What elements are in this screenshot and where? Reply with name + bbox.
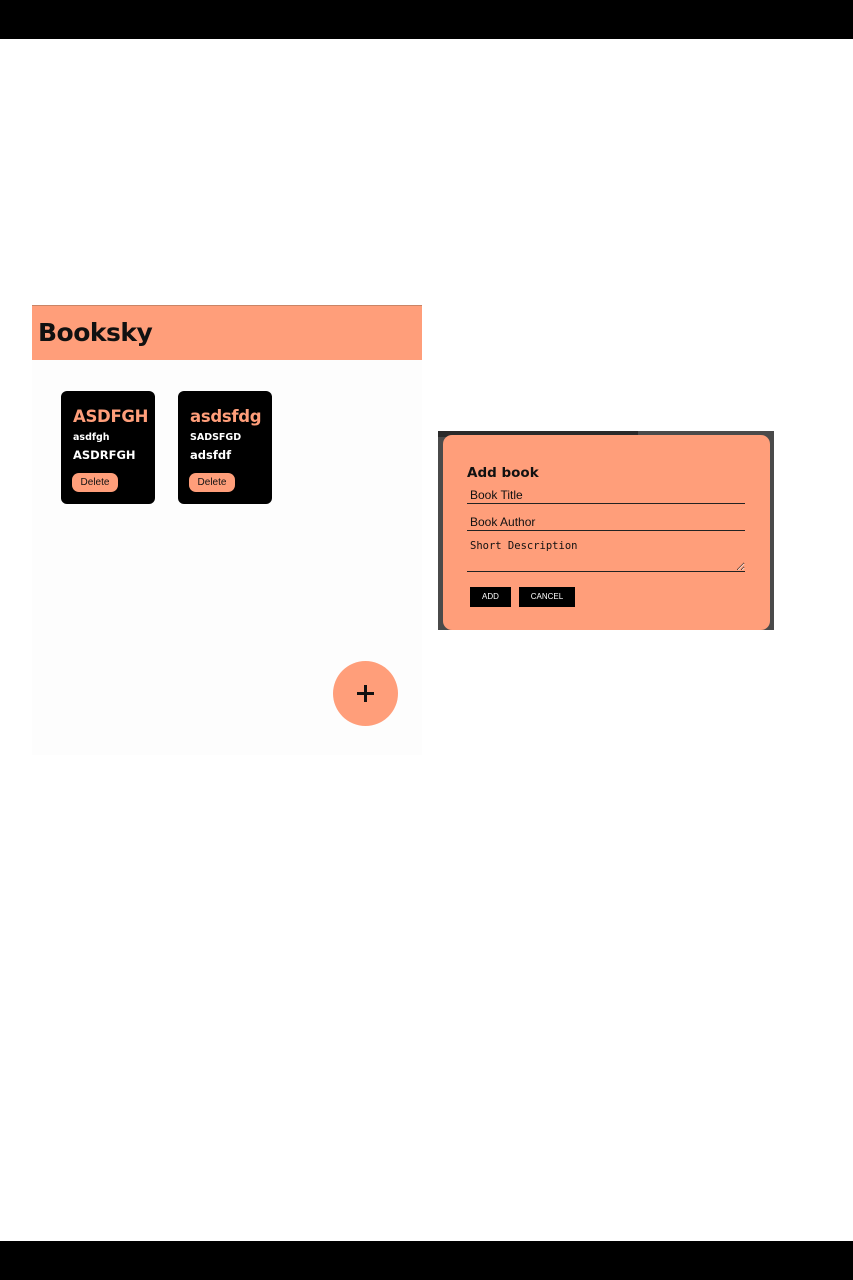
add-book-fab[interactable]: [333, 661, 398, 726]
add-button[interactable]: ADD: [470, 587, 511, 607]
dialog-title: Add book: [467, 465, 539, 481]
add-book-dialog-screenshot: Add book ADD CANCEL: [438, 431, 774, 630]
top-black-bar: [0, 0, 853, 39]
delete-button[interactable]: Delete: [189, 473, 235, 492]
plus-icon: [357, 685, 374, 702]
book-author: asdfgh: [73, 432, 110, 443]
app-title: Booksky: [38, 318, 153, 347]
book-description: ASDRFGH: [73, 448, 136, 462]
booksky-app-screenshot: Booksky ASDFGH asdfgh ASDRFGH Delete asd…: [32, 305, 422, 755]
book-author: SADSFGD: [190, 432, 242, 443]
short-description-textarea[interactable]: [467, 540, 745, 572]
bottom-black-bar: [0, 1241, 853, 1280]
book-description: adsfdf: [190, 448, 232, 462]
book-title-input[interactable]: [467, 486, 745, 504]
book-title: asdsfdg: [190, 407, 262, 426]
book-card: asdsfdg SADSFGD adsfdf Delete: [178, 391, 272, 504]
cancel-button[interactable]: CANCEL: [519, 587, 575, 607]
add-book-dialog: Add book ADD CANCEL: [443, 435, 770, 630]
book-card: ASDFGH asdfgh ASDRFGH Delete: [61, 391, 155, 504]
book-author-input[interactable]: [467, 513, 745, 531]
book-title: ASDFGH: [73, 407, 149, 426]
app-header: Booksky: [32, 305, 422, 360]
delete-button[interactable]: Delete: [72, 473, 118, 492]
